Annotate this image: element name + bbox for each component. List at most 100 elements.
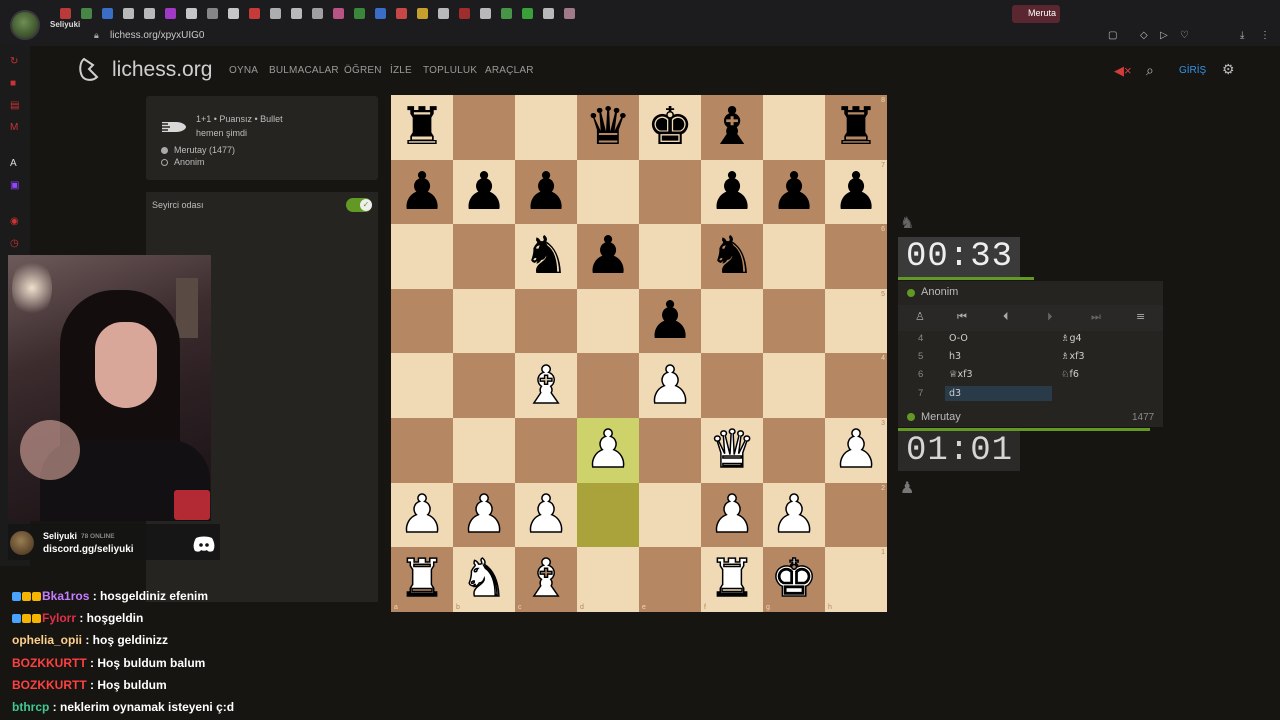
black-knight-piece[interactable]: ♞ xyxy=(709,230,756,282)
browser-tab-icon[interactable] xyxy=(144,8,155,19)
refresh-icon[interactable]: ↻ xyxy=(10,56,20,67)
browser-tab-icon[interactable] xyxy=(333,8,344,19)
chat-username[interactable]: Bka1ros xyxy=(42,589,89,603)
square-a4[interactable] xyxy=(391,353,453,418)
square-d7[interactable] xyxy=(577,159,639,225)
white-move[interactable]: d3 xyxy=(949,388,961,399)
white-pawn-piece[interactable]: ♟ xyxy=(398,488,446,542)
square-a5[interactable] xyxy=(391,288,453,354)
white-queen-piece[interactable]: ♛ xyxy=(708,424,756,478)
square-a8[interactable]: ♜ xyxy=(391,95,453,160)
browser-tab-icon[interactable] xyxy=(270,8,281,19)
square-f4[interactable] xyxy=(701,353,763,418)
clock-icon[interactable]: ◷ xyxy=(10,238,20,249)
square-g5[interactable] xyxy=(763,288,825,354)
square-d3[interactable]: ♟ xyxy=(577,417,639,483)
black-move[interactable]: ♘f6 xyxy=(1061,369,1079,380)
black-pawn-piece[interactable]: ♟ xyxy=(523,166,570,218)
white-pawn-piece[interactable]: ♟ xyxy=(708,488,756,542)
black-queen-piece[interactable]: ♛ xyxy=(585,101,632,153)
square-e5[interactable]: ♟ xyxy=(639,288,701,354)
white-pawn-piece[interactable]: ♟ xyxy=(460,488,508,542)
square-f5[interactable] xyxy=(701,288,763,354)
square-b3[interactable] xyxy=(453,417,515,483)
download-icon[interactable]: ⤓ xyxy=(1240,30,1244,41)
prev-move-icon[interactable]: ⏴ xyxy=(1003,310,1009,324)
white-pawn-piece[interactable]: ♟ xyxy=(646,359,694,413)
first-move-icon[interactable]: ⏮ xyxy=(957,310,967,324)
square-h4[interactable]: 4 xyxy=(825,353,887,418)
browser-tab-icon[interactable] xyxy=(81,8,92,19)
chat-icon[interactable]: ▤ xyxy=(10,100,20,111)
square-d1[interactable]: d xyxy=(577,547,639,612)
bag-icon[interactable]: ■ xyxy=(10,78,20,89)
white-bishop-piece[interactable]: ♝ xyxy=(522,359,570,413)
browser-tab-icon[interactable] xyxy=(165,8,176,19)
browser-tab-icon[interactable] xyxy=(354,8,365,19)
browser-tab-icon[interactable] xyxy=(564,8,575,19)
square-a2[interactable]: ♟ xyxy=(391,482,453,548)
white-move[interactable]: ♕xf3 xyxy=(949,369,973,380)
square-h3[interactable]: ♟ 3 xyxy=(825,417,887,483)
analysis-icon[interactable]: ♙ xyxy=(915,310,925,323)
white-king-piece[interactable]: ♚ xyxy=(770,553,818,607)
browser-tab-icon[interactable] xyxy=(291,8,302,19)
white-bishop-piece[interactable]: ♝ xyxy=(522,553,570,607)
square-c4[interactable]: ♝ xyxy=(515,353,577,418)
black-bishop-piece[interactable]: ♝ xyxy=(709,101,756,153)
nav-community[interactable]: TOPLULUK xyxy=(423,65,477,76)
square-d2[interactable] xyxy=(577,482,639,548)
white-pawn-piece[interactable]: ♟ xyxy=(770,488,818,542)
chess-board[interactable]: ♜ ♛ ♚ ♝ ♜ 8 ♟ ♟ ♟ ♟ ♟ ♟ 7 ♞ ♟ ♞ 6 ♟ 5 ♝ ♟ 4 ♟ ♛ ♟ 3 ♟ ♟ ♟ ♟ ♟ 2 ♜ a ♞ b ♝ c d e… xyxy=(391,95,887,612)
black-pawn-piece[interactable]: ♟ xyxy=(647,295,694,347)
square-d6[interactable]: ♟ xyxy=(577,224,639,289)
square-f8[interactable]: ♝ xyxy=(701,95,763,160)
square-f7[interactable]: ♟ xyxy=(701,159,763,225)
browser-tab-icon[interactable] xyxy=(228,8,239,19)
black-pawn-piece[interactable]: ♟ xyxy=(833,166,880,218)
chat-username[interactable]: ophelia_opii xyxy=(12,633,82,647)
black-rook-piece[interactable]: ♜ xyxy=(833,101,880,153)
square-c3[interactable] xyxy=(515,417,577,483)
browser-tab-icon[interactable] xyxy=(459,8,470,19)
square-d8[interactable]: ♛ xyxy=(577,95,639,160)
square-c2[interactable]: ♟ xyxy=(515,482,577,548)
black-move[interactable]: ♗g4 xyxy=(1061,333,1082,344)
browser-tab-icon[interactable] xyxy=(522,8,533,19)
square-h1[interactable]: 1h xyxy=(825,547,887,612)
square-h6[interactable]: 6 xyxy=(825,224,887,289)
square-f2[interactable]: ♟ xyxy=(701,482,763,548)
shield-icon[interactable]: ◇ xyxy=(1140,30,1148,41)
square-f3[interactable]: ♛ xyxy=(701,417,763,483)
square-a1[interactable]: ♜ a xyxy=(391,547,453,612)
hamburger-menu-icon[interactable]: ≡ xyxy=(1136,310,1145,323)
square-c6[interactable]: ♞ xyxy=(515,224,577,289)
square-b8[interactable] xyxy=(453,95,515,160)
gamepad-icon[interactable]: ◉ xyxy=(10,216,20,227)
black-pawn-piece[interactable]: ♟ xyxy=(771,166,818,218)
nav-play[interactable]: OYNA xyxy=(229,65,258,76)
mail-icon[interactable]: M xyxy=(10,122,20,133)
nav-tools[interactable]: ARAÇLAR xyxy=(485,65,534,76)
browser-tab-icon[interactable] xyxy=(396,8,407,19)
arc-icon[interactable]: A xyxy=(10,158,20,169)
browser-tab-icon[interactable] xyxy=(123,8,134,19)
square-c8[interactable] xyxy=(515,95,577,160)
square-e7[interactable] xyxy=(639,159,701,225)
browser-tab-icon[interactable] xyxy=(186,8,197,19)
browser-tab-icon[interactable] xyxy=(207,8,218,19)
white-player-name[interactable]: Merutay (1477) xyxy=(174,145,235,155)
square-c7[interactable]: ♟ xyxy=(515,159,577,225)
nav-puzzles[interactable]: BULMACALAR xyxy=(269,65,339,76)
square-b6[interactable] xyxy=(453,224,515,289)
black-pawn-piece[interactable]: ♟ xyxy=(709,166,756,218)
browser-tab-icon[interactable] xyxy=(102,8,113,19)
square-h5[interactable]: 5 xyxy=(825,288,887,354)
square-f1[interactable]: ♜ f xyxy=(701,547,763,612)
white-move[interactable]: O-O xyxy=(949,333,968,344)
browser-tab-icon[interactable] xyxy=(417,8,428,19)
square-e2[interactable] xyxy=(639,482,701,548)
black-pawn-piece[interactable]: ♟ xyxy=(461,166,508,218)
browser-tab-icon[interactable] xyxy=(501,8,512,19)
white-knight-piece[interactable]: ♞ xyxy=(460,553,508,607)
